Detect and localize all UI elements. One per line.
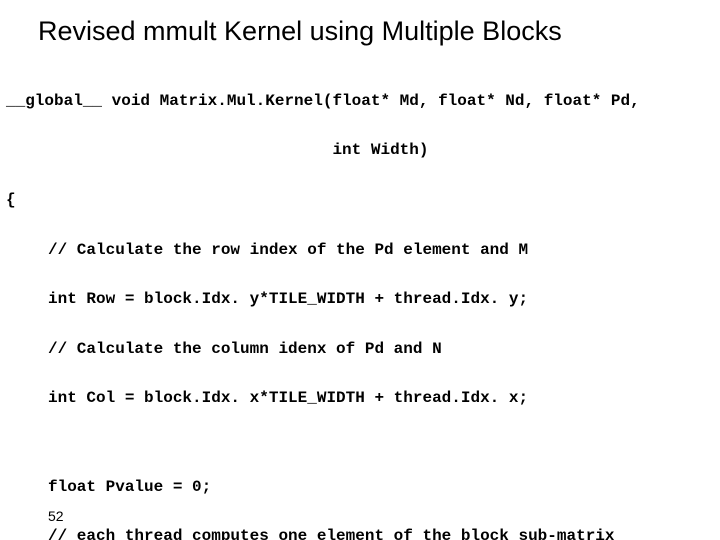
code-line: int Row = block.Idx. y*TILE_WIDTH + thre… bbox=[6, 287, 710, 312]
slide: Revised mmult Kernel using Multiple Bloc… bbox=[0, 0, 720, 540]
code-line: int Col = block.Idx. x*TILE_WIDTH + thre… bbox=[6, 386, 710, 411]
code-line: int Width) bbox=[6, 138, 710, 163]
code-line: // each thread computes one element of t… bbox=[6, 524, 710, 540]
slide-title: Revised mmult Kernel using Multiple Bloc… bbox=[38, 16, 562, 47]
code-block: __global__ void Matrix.Mul.Kernel(float*… bbox=[6, 64, 710, 540]
blank-line bbox=[6, 436, 710, 450]
code-line: // Calculate the column idenx of Pd and … bbox=[6, 337, 710, 362]
code-line: float Pvalue = 0; bbox=[6, 475, 710, 500]
code-line: { bbox=[6, 188, 710, 213]
page-number: 52 bbox=[48, 508, 64, 524]
code-line: // Calculate the row index of the Pd ele… bbox=[6, 238, 710, 263]
code-line: __global__ void Matrix.Mul.Kernel(float*… bbox=[6, 89, 710, 114]
